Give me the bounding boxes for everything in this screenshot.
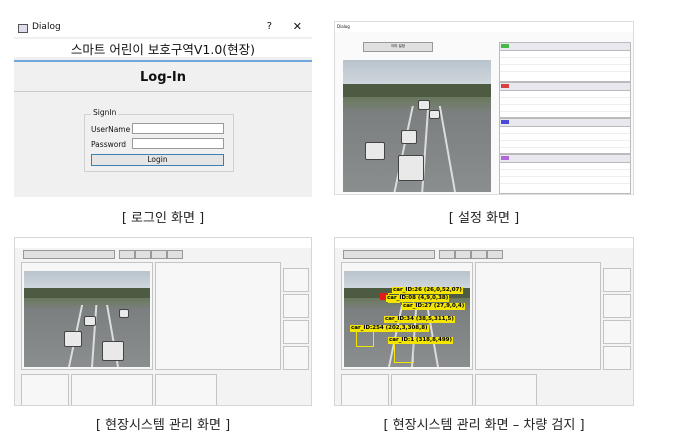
site-system-titlebar xyxy=(15,238,311,248)
table-1-color-swatch xyxy=(501,44,509,48)
detection-control-group-2 xyxy=(391,374,473,405)
thumb-3 xyxy=(283,320,309,344)
control-group-3 xyxy=(155,374,217,405)
password-label: Password xyxy=(91,140,127,149)
camera-view xyxy=(343,60,491,192)
detection-tab-3[interactable] xyxy=(471,250,487,259)
settings-top-button[interactable]: 이미 설정 xyxy=(363,42,433,52)
app-title: 스마트 어린이 보호구역V1.0(현장) xyxy=(14,39,312,57)
settings-window-title: Dialog xyxy=(337,24,350,29)
thumb-2 xyxy=(283,294,309,318)
login-dialog: Dialog ? ✕ 스마트 어린이 보호구역V1.0(현장) Log-In S… xyxy=(14,19,312,197)
close-icon[interactable]: ✕ xyxy=(293,20,302,33)
login-heading: Log-In xyxy=(139,70,186,85)
login-window-title: Dialog xyxy=(32,22,61,32)
table-3-color-swatch xyxy=(501,120,509,124)
site-camera-view xyxy=(24,271,150,367)
site-tab-4[interactable] xyxy=(167,250,183,259)
detection-tab-2[interactable] xyxy=(455,250,471,259)
detection-camera-group: car_ID:26 (26,0,52,07) car_ID:08 (4,9,0,… xyxy=(341,262,473,370)
thumb-1 xyxy=(283,268,309,292)
detection-tab-1[interactable] xyxy=(439,250,455,259)
site-source-dropdown[interactable] xyxy=(23,250,115,259)
detection-label-6: car_ID:1 (318,8,499) xyxy=(388,337,453,344)
settings-table-4[interactable] xyxy=(499,154,631,194)
detection-control-group-1 xyxy=(341,374,389,405)
title-divider xyxy=(14,60,312,62)
window-app-icon xyxy=(18,24,28,33)
username-input[interactable] xyxy=(132,123,224,134)
detection-label-2: car_ID:08 (4,9,0,38) xyxy=(386,295,450,302)
password-input[interactable] xyxy=(132,138,224,149)
signin-group-label: SignIn xyxy=(91,108,119,117)
detection-thumb-2 xyxy=(603,294,631,318)
login-button[interactable]: Login xyxy=(91,154,224,166)
settings-window: Dialog 이미 설정 xyxy=(334,21,634,195)
login-titlebar: Dialog ? ✕ xyxy=(14,19,312,37)
detection-window: car_ID:26 (26,0,52,07) car_ID:08 (4,9,0,… xyxy=(334,237,634,406)
detection-camera-view: car_ID:26 (26,0,52,07) car_ID:08 (4,9,0,… xyxy=(344,271,470,367)
signin-group: SignIn UserName Password Login xyxy=(84,108,234,172)
control-group-1 xyxy=(21,374,69,405)
site-tab-1[interactable] xyxy=(119,250,135,259)
table-4-color-swatch xyxy=(501,156,509,160)
settings-table-2[interactable] xyxy=(499,82,631,118)
detection-box-4 xyxy=(394,341,414,363)
thumb-4 xyxy=(283,346,309,370)
settings-titlebar: Dialog xyxy=(335,22,633,32)
caption-settings: [ 설정 화면 ] xyxy=(448,211,520,226)
caption-site-detection: [ 현장시스템 관리 화면 – 차량 검지 ] xyxy=(383,418,585,433)
output-group xyxy=(155,262,281,370)
settings-table-1[interactable] xyxy=(499,42,631,82)
caption-site-system: [ 현장시스템 관리 화면 ] xyxy=(95,418,231,433)
camera-group xyxy=(21,262,153,370)
detection-label-3: car_ID:27 (27,9,0,4) xyxy=(402,303,466,310)
control-group-2 xyxy=(71,374,153,405)
site-tab-3[interactable] xyxy=(151,250,167,259)
detection-label-5: car_ID:254 (202,3,308,8) xyxy=(350,325,429,332)
detection-control-group-3 xyxy=(475,374,537,405)
detection-titlebar xyxy=(335,238,633,248)
table-2-color-swatch xyxy=(501,84,509,88)
detection-label-4: car_ID:34 (38,5,311,5) xyxy=(384,316,455,323)
detection-thumb-4 xyxy=(603,346,631,370)
detection-source-dropdown[interactable] xyxy=(343,250,435,259)
heading-divider xyxy=(14,91,312,92)
settings-table-3[interactable] xyxy=(499,118,631,154)
detection-output-group xyxy=(475,262,601,370)
help-icon[interactable]: ? xyxy=(267,21,272,32)
site-tab-2[interactable] xyxy=(135,250,151,259)
detection-thumb-1 xyxy=(603,268,631,292)
detection-tab-4[interactable] xyxy=(487,250,503,259)
detection-thumb-3 xyxy=(603,320,631,344)
caption-login: [ 로그인 화면 ] xyxy=(121,211,205,226)
site-system-window xyxy=(14,237,312,406)
detection-label-1: car_ID:26 (26,0,52,07) xyxy=(392,287,463,294)
username-label: UserName xyxy=(91,125,131,134)
